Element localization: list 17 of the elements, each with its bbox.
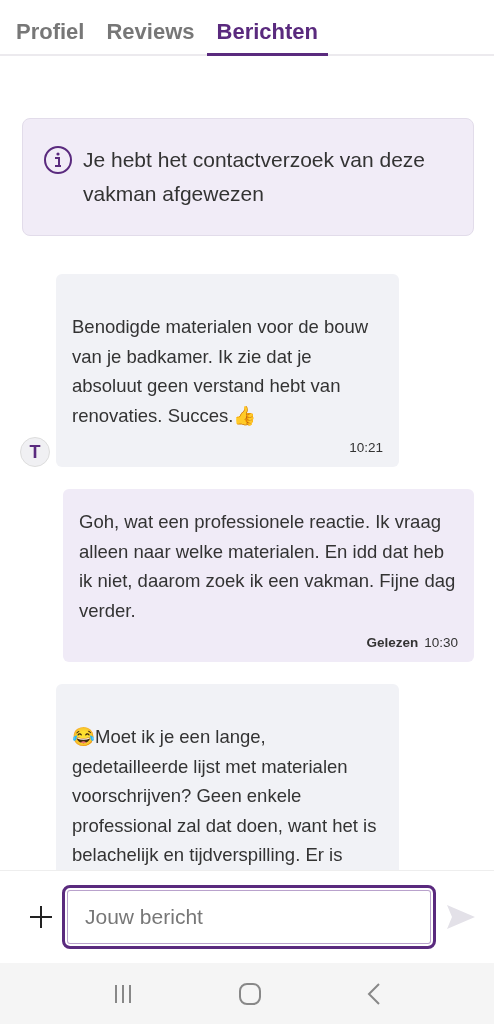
message-time: 10:30 bbox=[424, 635, 458, 650]
message-time: 10:21 bbox=[349, 440, 383, 455]
home-icon[interactable] bbox=[239, 982, 261, 1005]
avatar: T bbox=[20, 437, 50, 467]
tab[interactable]: Profiel bbox=[6, 0, 95, 56]
notice-text: Je hebt het contactverzoek van deze vakman afgewezen bbox=[83, 147, 427, 207]
recent-apps-icon[interactable] bbox=[113, 983, 133, 1004]
info-icon bbox=[43, 145, 73, 175]
message-input[interactable]: Jouw bericht bbox=[62, 885, 436, 949]
message-text: Benodigde materialen voor de bouw van je badkamer. Ik zie dat je absoluut geen verstand hebt van renovaties. Succes.👍 bbox=[72, 315, 370, 428]
read-status: Gelezen bbox=[366, 635, 419, 650]
back-icon[interactable] bbox=[367, 982, 381, 1005]
message-text: 😂Moet ik je een lange, gedetailleerde lijst met materialen voorschrijven? Geen enkele professional zal dat doen, want het is belachelijk en tijdverspilling. Er is bbox=[72, 725, 378, 867]
tab[interactable]: Reviews bbox=[96, 0, 205, 56]
tab[interactable]: Berichten bbox=[206, 0, 328, 56]
plus-icon[interactable] bbox=[30, 906, 52, 928]
message-text: Goh, wat een professionele reactie. Ik vraag alleen naar welke materialen. En idd dat heb ik niet, daarom zoek ik een vakman. Fijne dag verder. bbox=[79, 510, 457, 623]
